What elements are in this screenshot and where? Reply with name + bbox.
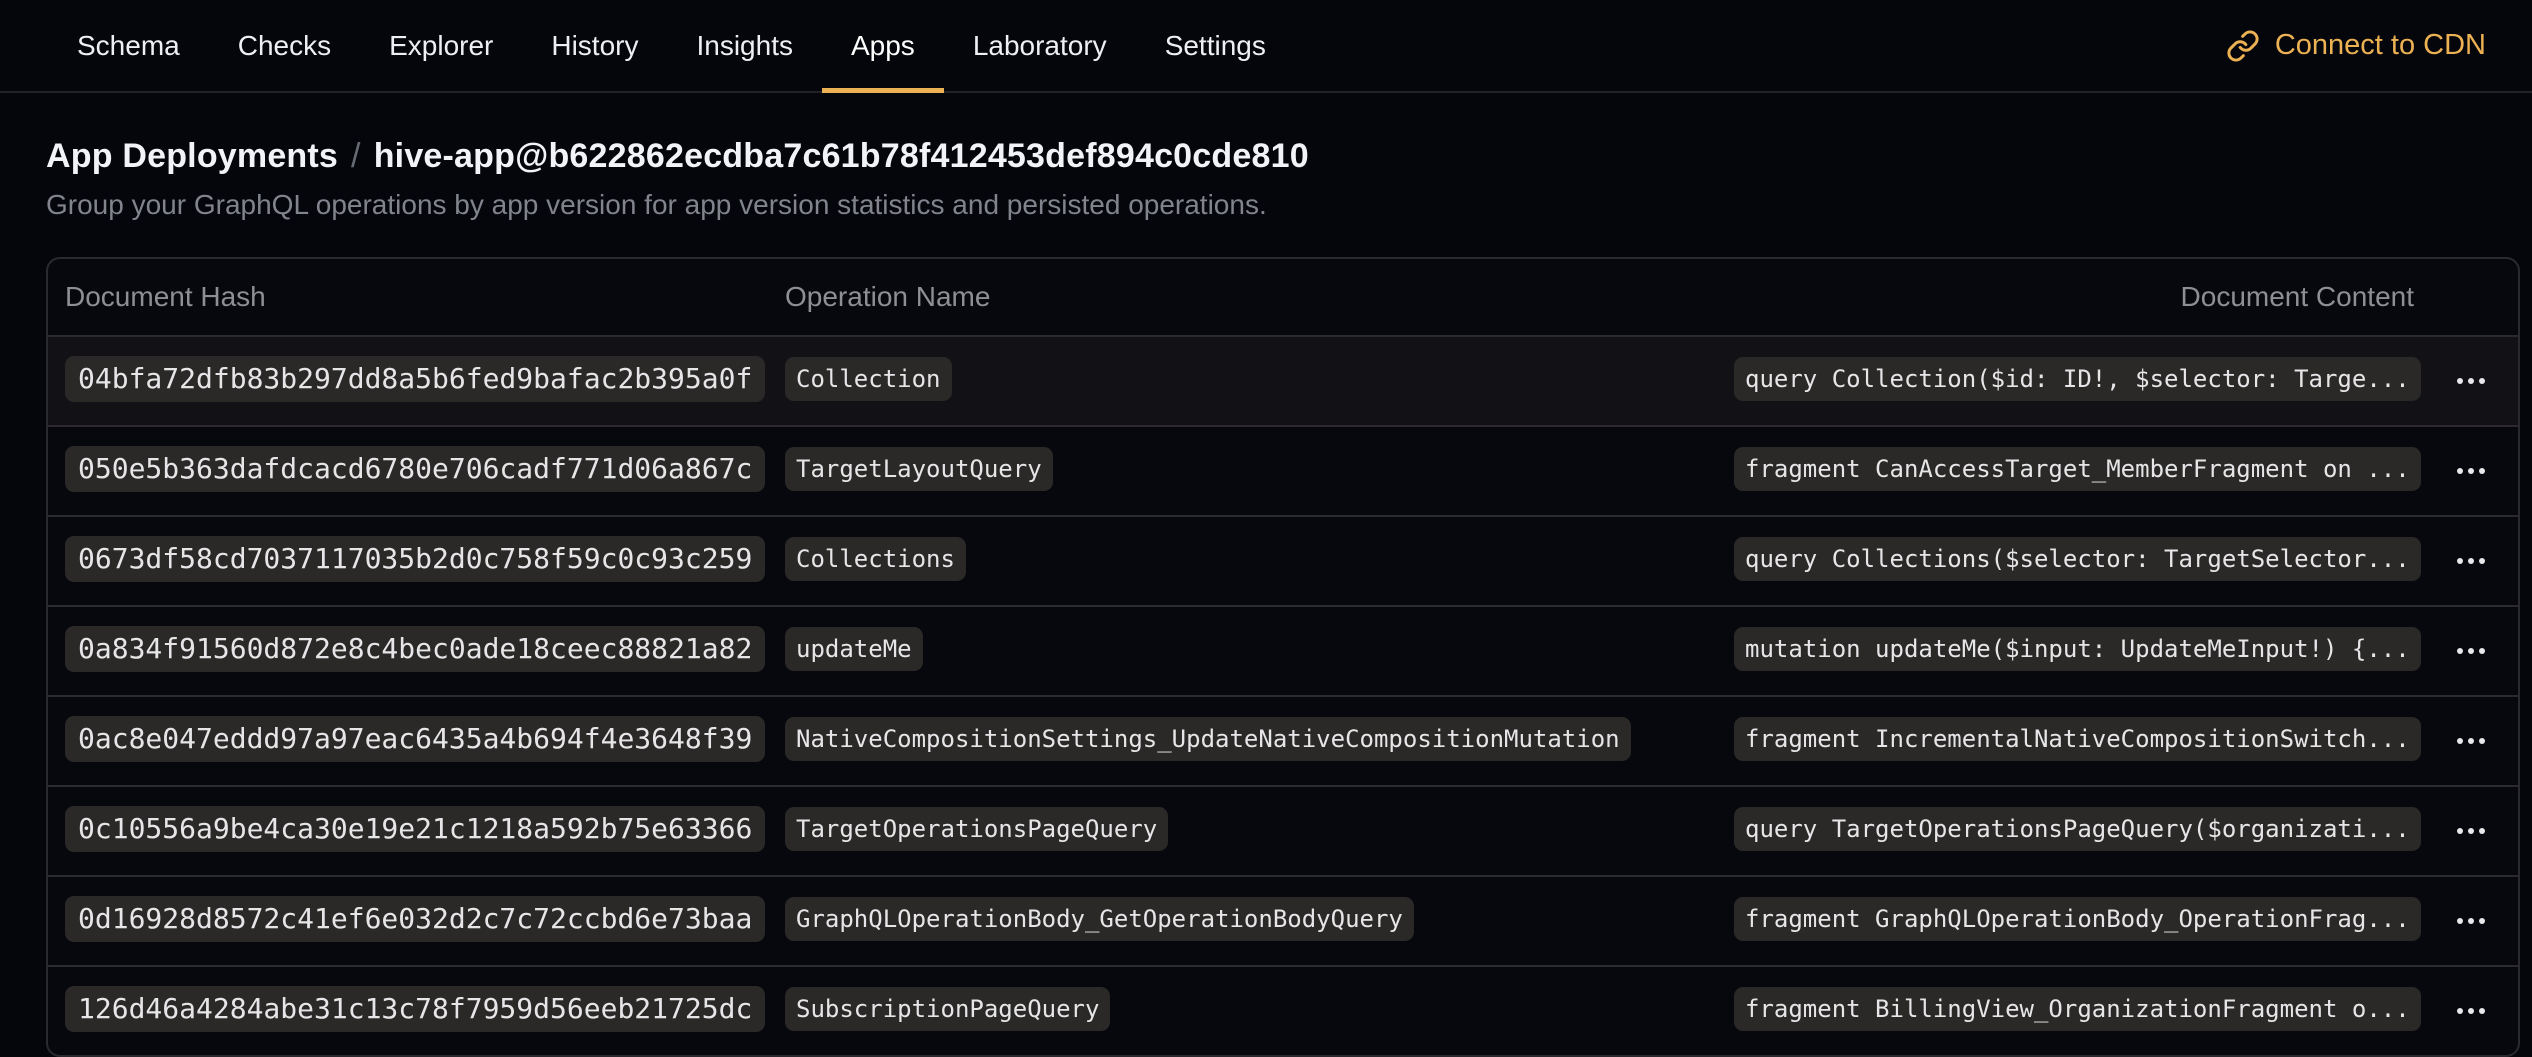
more-icon (2479, 558, 2485, 564)
table-body: 04bfa72dfb83b297dd8a5b6fed9bafac2b395a0f… (48, 335, 2518, 1055)
document-content-badge: query Collections($selector: TargetSelec… (1734, 537, 2421, 581)
more-icon (2468, 918, 2474, 924)
main-content: App Deployments / hive-app@b622862ecdba7… (0, 93, 2532, 1057)
table-row[interactable]: 050e5b363dafdcacd6780e706cadf771d06a867c… (48, 425, 2518, 515)
document-hash-badge: 0ac8e047eddd97a97eac6435a4b694f4e3648f39 (65, 716, 765, 762)
more-icon (2457, 378, 2463, 384)
operation-name-badge: Collections (785, 537, 966, 581)
more-icon (2479, 468, 2485, 474)
top-navigation: SchemaChecksExplorerHistoryInsightsAppsL… (0, 0, 2532, 93)
document-hash-badge: 0a834f91560d872e8c4bec0ade18ceec88821a82 (65, 626, 765, 672)
table-row[interactable]: 0a834f91560d872e8c4bec0ade18ceec88821a82… (48, 605, 2518, 695)
connect-to-cdn-label: Connect to CDN (2275, 29, 2486, 62)
table-header-row: Document Hash Operation Name Document Co… (48, 259, 2518, 335)
breadcrumb: App Deployments / hive-app@b622862ecdba7… (46, 137, 2520, 175)
more-icon (2479, 648, 2485, 654)
document-hash-badge: 0d16928d8572c41ef6e032d2c7c72ccbd6e73baa (65, 896, 765, 942)
operation-name-badge: TargetOperationsPageQuery (785, 807, 1168, 851)
more-icon (2479, 918, 2485, 924)
more-icon (2457, 738, 2463, 744)
row-more-button[interactable] (2449, 726, 2493, 756)
connect-to-cdn-button[interactable]: Connect to CDN (2226, 0, 2486, 91)
operation-name-badge: NativeCompositionSettings_UpdateNativeCo… (785, 717, 1631, 761)
document-content-badge: fragment GraphQLOperationBody_OperationF… (1734, 897, 2421, 941)
header-document-hash: Document Hash (48, 281, 785, 313)
more-icon (2468, 1008, 2474, 1014)
nav-tab-history[interactable]: History (522, 0, 667, 91)
operation-name-badge: Collection (785, 357, 952, 401)
document-content-badge: mutation updateMe($input: UpdateMeInput!… (1734, 627, 2421, 671)
more-icon (2468, 828, 2474, 834)
table-row[interactable]: 0c10556a9be4ca30e19e21c1218a592b75e63366… (48, 785, 2518, 875)
breadcrumb-app-name: hive-app@b622862ecdba7c61b78f412453def89… (374, 137, 1309, 175)
nav-tab-insights[interactable]: Insights (667, 0, 822, 91)
document-hash-badge: 126d46a4284abe31c13c78f7959d56eeb21725dc (65, 986, 765, 1032)
more-icon (2479, 738, 2485, 744)
row-more-button[interactable] (2449, 636, 2493, 666)
more-icon (2468, 558, 2474, 564)
nav-tab-settings[interactable]: Settings (1136, 0, 1295, 91)
more-icon (2457, 1008, 2463, 1014)
nav-tab-schema[interactable]: Schema (48, 0, 209, 91)
document-content-badge: fragment IncrementalNativeCompositionSwi… (1734, 717, 2421, 761)
row-more-button[interactable] (2449, 906, 2493, 936)
breadcrumb-section: App Deployments (46, 137, 338, 175)
operation-name-badge: TargetLayoutQuery (785, 447, 1053, 491)
row-more-button[interactable] (2449, 366, 2493, 396)
document-hash-badge: 0673df58cd7037117035b2d0c758f59c0c93c259 (65, 536, 765, 582)
more-icon (2457, 468, 2463, 474)
more-icon (2457, 558, 2463, 564)
document-hash-badge: 0c10556a9be4ca30e19e21c1218a592b75e63366 (65, 806, 765, 852)
page-subtitle: Group your GraphQL operations by app ver… (46, 189, 2520, 221)
document-content-badge: fragment CanAccessTarget_MemberFragment … (1734, 447, 2421, 491)
more-icon (2479, 378, 2485, 384)
more-icon (2457, 828, 2463, 834)
link-icon (2226, 29, 2260, 63)
table-row[interactable]: 0d16928d8572c41ef6e032d2c7c72ccbd6e73baa… (48, 875, 2518, 965)
document-content-badge: query TargetOperationsPageQuery($organiz… (1734, 807, 2421, 851)
nav-tab-explorer[interactable]: Explorer (360, 0, 522, 91)
more-icon (2479, 1008, 2485, 1014)
operation-name-badge: GraphQLOperationBody_GetOperationBodyQue… (785, 897, 1414, 941)
document-hash-badge: 050e5b363dafdcacd6780e706cadf771d06a867c (65, 446, 765, 492)
document-hash-badge: 04bfa72dfb83b297dd8a5b6fed9bafac2b395a0f (65, 356, 765, 402)
row-more-button[interactable] (2449, 816, 2493, 846)
more-icon (2457, 918, 2463, 924)
nav-tabs: SchemaChecksExplorerHistoryInsightsAppsL… (48, 0, 1295, 91)
nav-tab-apps[interactable]: Apps (822, 0, 944, 91)
row-more-button[interactable] (2449, 546, 2493, 576)
operation-name-badge: SubscriptionPageQuery (785, 987, 1110, 1031)
more-icon (2468, 648, 2474, 654)
table-row[interactable]: 04bfa72dfb83b297dd8a5b6fed9bafac2b395a0f… (48, 335, 2518, 425)
more-icon (2479, 828, 2485, 834)
table-row[interactable]: 0ac8e047eddd97a97eac6435a4b694f4e3648f39… (48, 695, 2518, 785)
table-row[interactable]: 0673df58cd7037117035b2d0c758f59c0c93c259… (48, 515, 2518, 605)
row-more-button[interactable] (2449, 996, 2493, 1026)
deployments-table: Document Hash Operation Name Document Co… (46, 257, 2520, 1057)
document-content-badge: fragment BillingView_OrganizationFragmen… (1734, 987, 2421, 1031)
header-operation-name: Operation Name (785, 281, 1734, 313)
nav-tab-laboratory[interactable]: Laboratory (944, 0, 1136, 91)
header-document-content: Document Content (1734, 281, 2424, 313)
nav-tab-checks[interactable]: Checks (209, 0, 360, 91)
more-icon (2468, 468, 2474, 474)
table-row[interactable]: 126d46a4284abe31c13c78f7959d56eeb21725dc… (48, 965, 2518, 1055)
breadcrumb-separator: / (351, 137, 361, 175)
more-icon (2468, 378, 2474, 384)
operation-name-badge: updateMe (785, 627, 923, 671)
row-more-button[interactable] (2449, 456, 2493, 486)
document-content-badge: query Collection($id: ID!, $selector: Ta… (1734, 357, 2421, 401)
more-icon (2468, 738, 2474, 744)
more-icon (2457, 648, 2463, 654)
